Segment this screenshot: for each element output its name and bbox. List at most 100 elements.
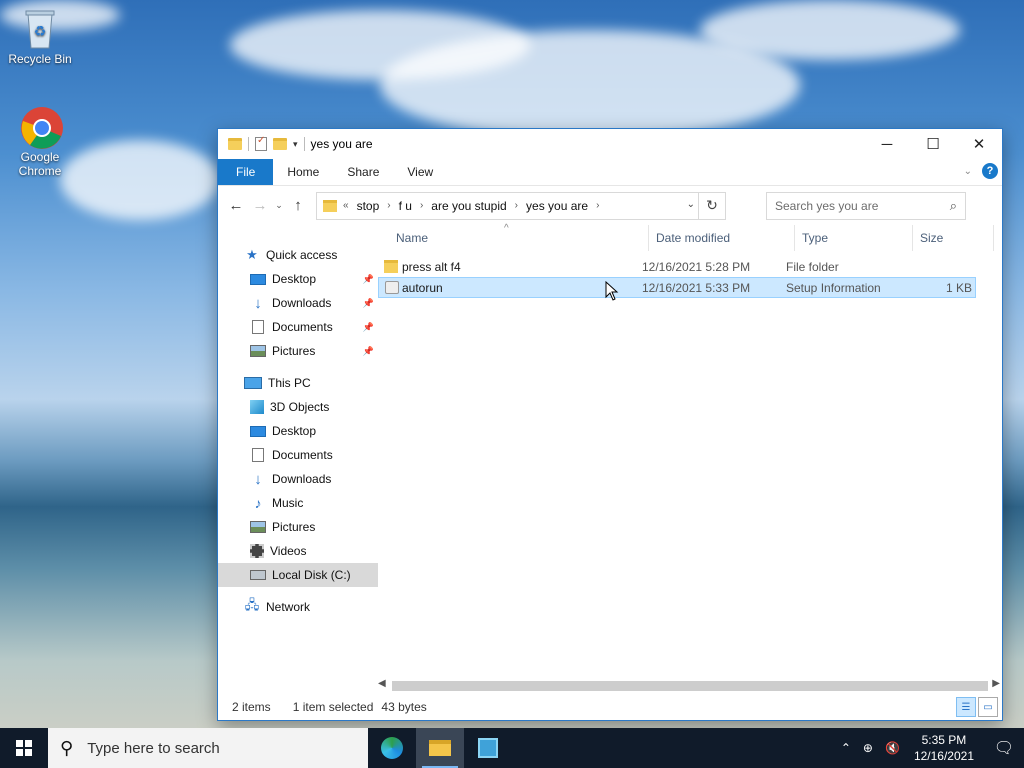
title-bar[interactable]: ▾ yes you are ─ ☐ ✕ (218, 129, 1002, 159)
nav-network[interactable]: 🖧 Network (218, 595, 378, 619)
taskbar-app[interactable] (464, 728, 512, 768)
scroll-right-icon[interactable]: ▶ (992, 678, 1000, 689)
refresh-button[interactable]: ↻ (698, 191, 726, 220)
column-name[interactable]: Name (396, 231, 428, 245)
new-folder-icon[interactable] (273, 138, 287, 150)
download-icon: ↓ (254, 470, 262, 488)
nav-qa-documents[interactable]: Documents 📌 (218, 315, 378, 339)
nav-local-disk[interactable]: Local Disk (C:) (218, 563, 378, 587)
chevron-up-icon[interactable]: ⌃ (841, 741, 851, 755)
chevron-right-icon[interactable]: › (387, 200, 390, 211)
expand-ribbon-icon[interactable]: ⌄ (964, 166, 972, 177)
ribbon-tabs: File Home Share View ⌄ ? (218, 159, 1002, 185)
nav-documents[interactable]: Documents (218, 443, 378, 467)
mouse-cursor-icon (605, 281, 619, 301)
selection-size: 43 bytes (381, 700, 427, 714)
pin-icon[interactable]: 📌 (363, 322, 374, 333)
scroll-left-icon[interactable]: ◀ (378, 678, 386, 689)
divider[interactable] (794, 225, 795, 251)
column-headers: ^ Name Date modified Type Size (378, 223, 1002, 251)
divider[interactable] (912, 225, 913, 251)
forward-button[interactable]: → (248, 197, 272, 214)
nav-pictures[interactable]: Pictures (218, 515, 378, 539)
quick-access-toolbar: ▾ (218, 135, 305, 151)
chevron-right-icon[interactable]: › (515, 200, 518, 211)
setup-information-icon (385, 281, 399, 294)
close-button[interactable]: ✕ (956, 129, 1002, 159)
nav-quick-access[interactable]: ★ Quick access (218, 243, 378, 267)
taskbar-search-input[interactable]: ⚲ Type here to search (48, 728, 368, 768)
up-button[interactable]: ↑ (286, 197, 310, 214)
recent-locations-button[interactable]: ⌄ (272, 200, 286, 211)
breadcrumb-overflow[interactable]: « (343, 200, 349, 211)
nav-music[interactable]: ♪ Music (218, 491, 378, 515)
file-name: press alt f4 (402, 260, 461, 274)
search-input[interactable]: Search yes you are ⌕ (766, 191, 966, 220)
file-type: File folder (786, 260, 839, 274)
tab-home[interactable]: Home (273, 159, 333, 185)
nav-qa-downloads[interactable]: ↓ Downloads 📌 (218, 291, 378, 315)
taskbar-file-explorer[interactable] (416, 728, 464, 768)
address-bar[interactable]: « stop › f u › are you stupid › yes you … (316, 191, 726, 220)
breadcrumb-item-fu[interactable]: f u (399, 199, 412, 213)
divider[interactable] (648, 225, 649, 251)
breadcrumb-item-are-you-stupid[interactable]: are you stupid (431, 199, 506, 213)
breadcrumb-item-stop[interactable]: stop (357, 199, 380, 213)
search-icon: ⚲ (60, 737, 74, 758)
file-date: 12/16/2021 5:33 PM (642, 281, 751, 295)
scrollbar-thumb[interactable] (392, 681, 988, 691)
desktop-icon-recycle-bin[interactable]: ♻ Recycle Bin (2, 8, 78, 66)
pin-icon[interactable]: 📌 (363, 298, 374, 309)
breadcrumb: « stop › f u › are you stupid › yes you … (343, 199, 607, 213)
taskbar-edge[interactable] (368, 728, 416, 768)
large-icons-view-icon[interactable]: ▭ (978, 697, 998, 717)
clock[interactable]: 5:35 PM 12/16/2021 (914, 732, 974, 764)
navigation-bar: ← → ⌄ ↑ « stop › f u › are you stupid › … (218, 185, 1002, 225)
system-tray: ⌃ ⊕ 🔇 5:35 PM 12/16/2021 🗨 (835, 728, 1024, 768)
breadcrumb-item-yes-you-are[interactable]: yes you are (526, 199, 588, 213)
divider[interactable] (993, 225, 994, 251)
horizontal-scrollbar[interactable]: ◀ ▶ (378, 677, 1002, 694)
nav-videos[interactable]: Videos (218, 539, 378, 563)
properties-icon[interactable] (255, 135, 267, 151)
maximize-button[interactable]: ☐ (910, 129, 956, 159)
status-bar: 2 items 1 item selected 43 bytes ☰ ▭ (218, 694, 1002, 720)
download-icon: ↓ (254, 294, 262, 312)
table-row[interactable]: autorun 12/16/2021 5:33 PM Setup Informa… (378, 277, 976, 298)
nav-3d-objects[interactable]: 3D Objects (218, 395, 378, 419)
column-type[interactable]: Type (802, 231, 828, 245)
details-view-icon[interactable]: ☰ (956, 697, 976, 717)
pictures-icon (250, 345, 266, 357)
pin-icon[interactable]: 📌 (363, 274, 374, 285)
nav-this-pc[interactable]: This PC (218, 371, 378, 395)
navigation-pane: ★ Quick access Desktop 📌 ↓ Downloads 📌 D… (218, 225, 378, 694)
tab-file[interactable]: File (218, 159, 274, 185)
tab-view[interactable]: View (393, 159, 447, 185)
pin-icon[interactable]: 📌 (363, 346, 374, 357)
divider (248, 137, 249, 151)
desktop-icon-chrome[interactable]: Google Chrome (2, 106, 78, 178)
chevron-right-icon[interactable]: › (596, 200, 599, 211)
column-date[interactable]: Date modified (656, 231, 730, 245)
start-button[interactable] (0, 728, 48, 768)
volume-muted-icon[interactable]: 🔇 (885, 741, 900, 755)
table-row[interactable]: press alt f4 12/16/2021 5:28 PM File fol… (378, 257, 976, 278)
windows-logo-icon (16, 740, 32, 756)
chrome-icon (20, 106, 63, 149)
nav-desktop[interactable]: Desktop (218, 419, 378, 443)
minimize-button[interactable]: ─ (864, 129, 910, 159)
back-button[interactable]: ← (224, 197, 248, 214)
nav-qa-desktop[interactable]: Desktop 📌 (218, 267, 378, 291)
network-globe-icon[interactable]: ⊕ (863, 741, 873, 755)
nav-downloads[interactable]: ↓ Downloads (218, 467, 378, 491)
help-icon[interactable]: ? (982, 163, 998, 179)
notification-icon[interactable]: 🗨 (984, 728, 1024, 768)
nav-qa-pictures[interactable]: Pictures 📌 (218, 339, 378, 363)
chevron-right-icon[interactable]: › (420, 200, 423, 211)
folder-icon (323, 199, 337, 212)
tab-share[interactable]: Share (333, 159, 393, 185)
selection-count: 1 item selected (292, 700, 374, 714)
chevron-down-icon[interactable]: ⌄ (687, 199, 695, 210)
customize-toolbar-icon[interactable]: ▾ (293, 139, 298, 150)
column-size[interactable]: Size (920, 231, 943, 245)
